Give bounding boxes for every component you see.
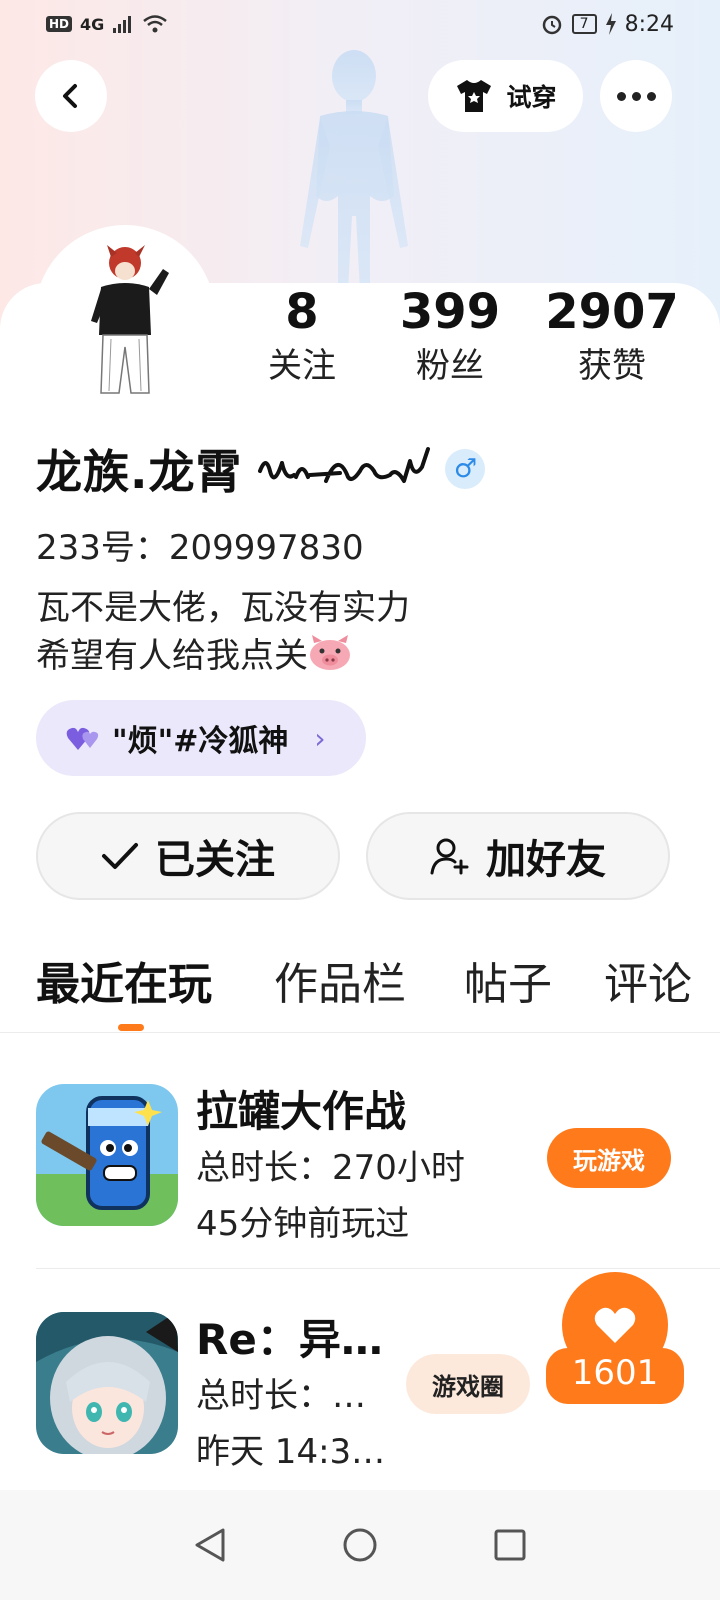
tab-recently-played[interactable]: 最近在玩 xyxy=(36,950,212,1020)
profile-tabs: 最近在玩 作品栏 帖子 评论 xyxy=(36,950,720,1030)
signature-badge-image xyxy=(258,447,431,483)
try-on-button[interactable]: 试穿 xyxy=(428,60,583,132)
nav-recents-button[interactable] xyxy=(490,1525,530,1565)
profile-name-row: 龙族.龙霄 ♂ xyxy=(36,436,486,502)
user-id: 233号：209997830 xyxy=(36,528,364,568)
add-friend-icon xyxy=(430,838,469,875)
guild-tag-label: "烦"#冷狐神 xyxy=(112,724,289,759)
can-battle-icon xyxy=(36,1084,178,1226)
play-game-button[interactable]: 玩游戏 xyxy=(547,1128,671,1188)
game-last-played: 昨天 14:3… xyxy=(196,1432,386,1472)
double-heart-icon xyxy=(66,727,99,750)
followed-button[interactable]: 已关注 xyxy=(36,812,340,900)
game-list-divider xyxy=(36,1268,720,1269)
stat-followers[interactable]: 399 粉丝 xyxy=(370,286,530,394)
game-icon-re-world[interactable] xyxy=(36,1312,178,1454)
active-tab-indicator xyxy=(118,1024,144,1031)
status-left: HD 4G xyxy=(46,14,168,34)
avatar[interactable] xyxy=(35,225,215,405)
nav-back-icon xyxy=(195,1528,225,1562)
wifi-icon xyxy=(143,15,168,33)
tab-posts[interactable]: 帖子 xyxy=(464,950,552,1020)
status-right: 7 8:24 xyxy=(540,12,674,37)
bio-line-1: 瓦不是大佬，瓦没有实力 xyxy=(36,588,410,628)
bio-line-2: 希望有人给我点关 xyxy=(36,632,410,680)
back-button[interactable] xyxy=(35,60,107,132)
floating-like-button[interactable]: 1601 xyxy=(546,1272,684,1418)
stat-likes-value: 2907 xyxy=(545,284,679,340)
game-last-played: 45分钟前玩过 xyxy=(196,1204,410,1244)
add-friend-button[interactable]: 加好友 xyxy=(366,812,670,900)
signal-icon: 4G xyxy=(80,14,105,34)
game-circle-button[interactable]: 游戏圈 xyxy=(406,1354,530,1414)
guild-tag-pill[interactable]: "烦"#冷狐神 › xyxy=(36,700,366,776)
tshirt-icon xyxy=(457,80,492,112)
nav-recents-icon xyxy=(494,1529,526,1561)
alarm-icon xyxy=(542,15,561,35)
nav-back-button[interactable] xyxy=(190,1525,230,1565)
game-playtime: 总时长：270小时 xyxy=(196,1148,465,1188)
stat-followers-label: 粉丝 xyxy=(416,346,484,386)
tab-works[interactable]: 作品栏 xyxy=(274,950,406,1020)
charging-icon xyxy=(605,13,616,35)
followed-label: 已关注 xyxy=(155,837,275,883)
stat-followers-value: 399 xyxy=(399,284,501,340)
tab-comments[interactable]: 评论 xyxy=(604,950,692,1020)
nav-home-button[interactable] xyxy=(340,1525,380,1565)
more-options-button[interactable] xyxy=(600,60,672,132)
profile-name: 龙族.龙霄 xyxy=(36,445,243,499)
status-bar: HD 4G 7 8:24 xyxy=(0,0,720,48)
avatar-character-image xyxy=(91,245,169,394)
game-title: Re：异… xyxy=(196,1315,383,1364)
stat-following-label: 关注 xyxy=(268,346,336,386)
like-count: 1601 xyxy=(546,1348,684,1398)
pig-emoji-icon xyxy=(310,635,350,670)
bio-line-2-text: 希望有人给我点关 xyxy=(36,636,308,676)
back-arrow-icon xyxy=(63,84,77,108)
game-playtime: 总时长：… xyxy=(196,1376,366,1416)
male-gender-icon: ♂ xyxy=(445,449,486,489)
tabs-divider xyxy=(0,1032,720,1033)
chevron-right-icon: › xyxy=(314,721,326,755)
nav-home-icon xyxy=(343,1528,377,1562)
stat-likes-label: 获赞 xyxy=(578,346,646,386)
add-friend-label: 加好友 xyxy=(486,837,606,883)
avatar-figure-silhouette xyxy=(300,50,408,291)
game-icon-can-battle[interactable] xyxy=(36,1084,178,1226)
stat-following[interactable]: 8 关注 xyxy=(222,286,382,394)
system-navigation-bar xyxy=(0,1490,720,1600)
stat-following-value: 8 xyxy=(285,284,319,340)
try-on-label: 试穿 xyxy=(506,83,557,112)
stat-likes[interactable]: 2907 获赞 xyxy=(532,286,692,394)
battery-indicator: 7 xyxy=(571,14,597,34)
anime-girl-game-icon xyxy=(36,1312,178,1454)
signal-bars-icon xyxy=(113,16,132,33)
profile-bio: 瓦不是大佬，瓦没有实力 希望有人给我点关 xyxy=(36,584,410,680)
status-time: 8:24 xyxy=(624,11,674,37)
profile-stats: 8 关注 399 粉丝 2907 获赞 xyxy=(240,286,700,396)
heart-icon xyxy=(594,1307,636,1343)
more-dots-icon xyxy=(616,91,656,101)
hd-badge: HD xyxy=(46,16,73,32)
game-title: 拉罐大作战 xyxy=(196,1087,407,1136)
checkmark-icon xyxy=(102,843,138,869)
